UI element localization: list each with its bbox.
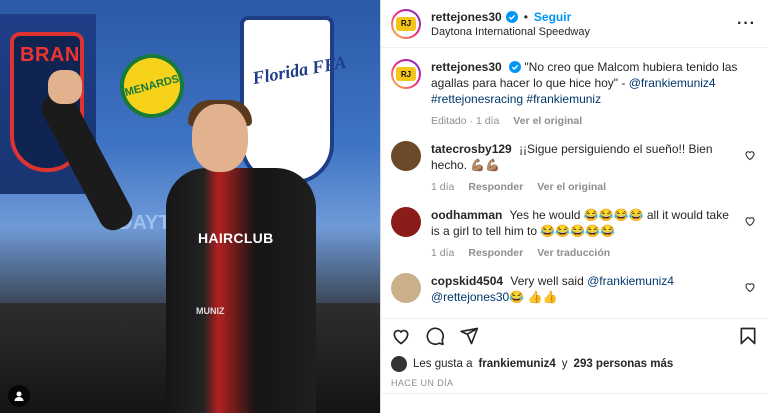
liker-username[interactable]: frankiemuniz4	[478, 358, 555, 370]
like-comment-icon[interactable]	[744, 149, 756, 161]
post-photo[interactable]: BRAN MENARDS Florida FFA DAYTONA HAIRCLU…	[0, 0, 380, 413]
comment-item: oodhamman Yes he would 😂😂😂😂 all it would…	[391, 207, 756, 261]
share-icon[interactable]	[459, 326, 479, 346]
more-icon[interactable]: ···	[737, 15, 756, 33]
belt-text: MUNIZ	[196, 306, 225, 316]
separator-dot: •	[523, 9, 528, 24]
comment-username[interactable]: oodhamman	[431, 208, 502, 222]
bookmark-icon[interactable]	[738, 326, 758, 346]
comment-avatar[interactable]	[391, 273, 421, 303]
comment-icon[interactable]	[425, 326, 445, 346]
caption-avatar[interactable]: RJ	[391, 59, 421, 89]
driver-hand	[48, 70, 82, 104]
caption-meta: Editado · 1 día Ver el original	[431, 113, 738, 129]
likes-summary[interactable]: Les gusta a frankiemuniz4 y 293 personas…	[391, 356, 673, 372]
comment-avatar[interactable]	[391, 207, 421, 237]
comment-mention[interactable]: @frankiemuniz4	[587, 274, 674, 288]
driver-suit	[166, 168, 316, 413]
rj-logo-icon: RJ	[396, 67, 416, 81]
caption: RJ rettejones30 "No creo que Malcom hubi…	[391, 59, 756, 129]
comment-emoji: 😂 👍👍	[509, 290, 558, 304]
add-comment-area[interactable]	[381, 393, 768, 413]
follow-button[interactable]: Seguir	[534, 10, 571, 24]
reply-button[interactable]: Responder	[468, 245, 523, 261]
heart-icon[interactable]	[391, 326, 411, 346]
tagged-user-button[interactable]	[8, 385, 30, 407]
comment-avatar[interactable]	[391, 141, 421, 171]
author-avatar[interactable]: RJ	[391, 8, 421, 39]
likes-count[interactable]: 293 personas más	[574, 358, 674, 370]
verified-icon	[509, 61, 522, 73]
post-time: HACE UN DÍA	[391, 378, 454, 388]
ffa-banner	[240, 16, 334, 184]
comment-username[interactable]: copskid4504	[431, 274, 503, 288]
liker-avatar	[391, 356, 407, 372]
suit-sponsor-text: HAIRCLUB	[198, 230, 274, 246]
rj-logo-icon: RJ	[396, 16, 416, 31]
caption-username[interactable]: rettejones30	[431, 60, 502, 74]
comment-time: 1 día	[431, 247, 455, 259]
caption-edited: Editado · 1 día	[431, 115, 500, 127]
like-comment-icon[interactable]	[744, 215, 756, 227]
verified-icon	[505, 10, 518, 23]
like-comment-icon[interactable]	[744, 281, 756, 293]
comment-time: 1 día	[431, 181, 455, 193]
caption-hashtags[interactable]: #rettejonesracing #frankiemuniz	[431, 91, 738, 107]
location-link[interactable]: Daytona International Speedway	[431, 26, 737, 38]
see-translation-button[interactable]: Ver traducción	[537, 245, 610, 261]
comment-mention[interactable]: @rettejones30	[431, 290, 509, 304]
likes-prefix: Les gusta a	[413, 358, 473, 370]
comments-list[interactable]: RJ rettejones30 "No creo que Malcom hubi…	[381, 49, 768, 307]
comment-text: Very well said	[510, 274, 588, 288]
post-actions	[381, 318, 768, 346]
comment-username[interactable]: tatecrosby129	[431, 142, 512, 156]
user-icon	[14, 391, 24, 401]
see-original-button[interactable]: Ver el original	[513, 113, 582, 129]
post-header: RJ rettejones30 • Seguir Daytona Interna…	[381, 0, 768, 48]
post-sidebar: RJ rettejones30 • Seguir Daytona Interna…	[380, 0, 768, 413]
likes-mid: y	[561, 358, 568, 370]
reply-button[interactable]: Responder	[468, 179, 523, 195]
see-original-button[interactable]: Ver el original	[537, 179, 606, 195]
banner-brand-text: BRAN	[20, 44, 80, 66]
comment-item: copskid4504 Very well said @frankiemuniz…	[391, 273, 756, 305]
caption-mention[interactable]: @frankiemuniz4	[629, 76, 716, 90]
comment-item: tatecrosby129 ¡¡Sigue persiguiendo el su…	[391, 141, 756, 195]
author-username[interactable]: rettejones30	[431, 10, 502, 24]
driver-head	[192, 104, 248, 172]
